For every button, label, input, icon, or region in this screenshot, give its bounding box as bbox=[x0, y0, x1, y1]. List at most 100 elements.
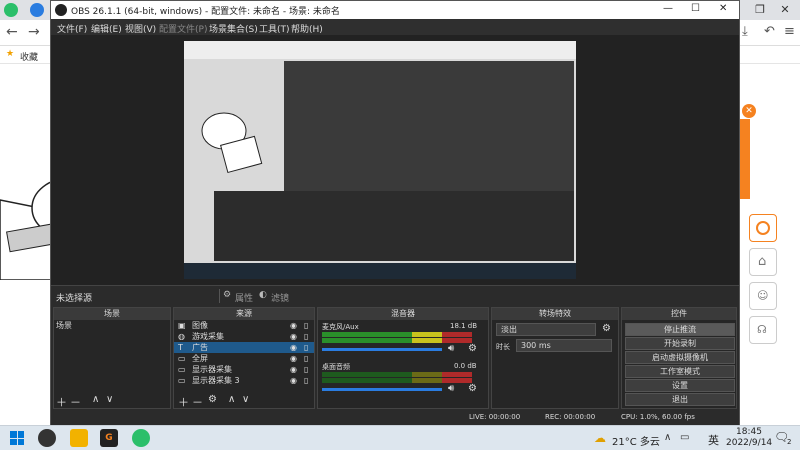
browser-taskbar-icon[interactable] bbox=[132, 429, 150, 447]
eye-icon[interactable]: ◉ bbox=[290, 331, 297, 342]
chevron-up-icon[interactable]: ∧ bbox=[664, 432, 671, 443]
clock-time[interactable]: 18:45 bbox=[736, 427, 762, 437]
source-label: 显示器采集 3 bbox=[192, 376, 240, 385]
studio-mode-button[interactable]: 工作室模式 bbox=[625, 365, 735, 378]
channel-name: 桌面音频 bbox=[322, 363, 350, 371]
maximize-icon[interactable]: ☐ bbox=[691, 3, 700, 14]
menu-edit[interactable]: 编辑(E) bbox=[91, 22, 122, 35]
start-recording-button[interactable]: 开始录制 bbox=[625, 337, 735, 350]
filters-button[interactable]: 滤镜 bbox=[271, 291, 289, 304]
cpu-status: CPU: 1.0%, 60.00 fps bbox=[621, 413, 695, 421]
eye-icon[interactable]: ◉ bbox=[290, 375, 297, 386]
obs-taskbar-icon[interactable] bbox=[38, 429, 56, 447]
source-toolbar: 未选择源 ⚙ 属性 ◐ 滤镜 bbox=[51, 285, 739, 305]
remove-scene-icon[interactable]: － bbox=[70, 394, 81, 410]
app-logo-icon[interactable] bbox=[4, 3, 18, 17]
headset-icon: ☊ bbox=[757, 323, 767, 336]
robot-side-button[interactable]: ☺ bbox=[749, 282, 777, 310]
add-scene-icon[interactable]: ＋ bbox=[56, 394, 67, 410]
app-taskbar-icon[interactable] bbox=[70, 429, 88, 447]
ime-indicator[interactable]: 英 bbox=[708, 432, 719, 448]
controls-dock-title: 控件 bbox=[622, 308, 736, 320]
preview-canvas[interactable] bbox=[51, 35, 739, 285]
obs-logo-icon bbox=[55, 4, 67, 16]
transition-select[interactable]: 淡出 bbox=[496, 323, 596, 336]
windows-start-icon[interactable] bbox=[10, 431, 24, 445]
menu-scene-collection[interactable]: 场景集合(S) bbox=[209, 22, 258, 35]
exit-button[interactable]: 退出 bbox=[625, 393, 735, 406]
eye-icon[interactable]: ◉ bbox=[290, 353, 297, 364]
lock-icon[interactable]: ▯ bbox=[304, 375, 308, 386]
eye-icon[interactable]: ◉ bbox=[290, 320, 297, 331]
source-item-fullscreen[interactable]: ▭ 全屏 ◉ ▯ bbox=[174, 353, 314, 364]
speaker-icon[interactable]: 🔊︎ bbox=[448, 383, 454, 394]
network-icon[interactable]: ▭ bbox=[680, 432, 689, 443]
support-side-button[interactable]: ☊ bbox=[749, 316, 777, 344]
menu-file[interactable]: 文件(F) bbox=[57, 22, 87, 35]
close-icon[interactable]: ✕ bbox=[719, 3, 727, 14]
close-icon[interactable]: ✕ bbox=[775, 0, 795, 20]
move-down-icon[interactable]: ∨ bbox=[242, 394, 249, 405]
lock-icon[interactable]: ▯ bbox=[304, 331, 308, 342]
remove-source-icon[interactable]: － bbox=[192, 394, 203, 410]
minimize-icon[interactable]: — bbox=[663, 3, 673, 14]
scene-item[interactable]: 场景 bbox=[54, 320, 170, 331]
lock-icon[interactable]: ▯ bbox=[304, 320, 308, 331]
source-label: 显示器采集 bbox=[192, 365, 232, 374]
virtual-camera-button[interactable]: 启动虚拟摄像机 bbox=[625, 351, 735, 364]
menu-help[interactable]: 帮助(H) bbox=[291, 22, 323, 35]
image-icon: ▣ bbox=[178, 321, 186, 330]
source-item-display-capture[interactable]: ▭ 显示器采集 ◉ ▯ bbox=[174, 364, 314, 375]
move-down-icon[interactable]: ∨ bbox=[106, 394, 113, 405]
lock-icon[interactable]: ▯ bbox=[304, 364, 308, 375]
source-settings-icon[interactable]: ⚙ bbox=[208, 394, 217, 405]
eye-icon[interactable]: ◉ bbox=[290, 342, 297, 353]
accent-strip bbox=[740, 119, 750, 199]
compass-icon[interactable] bbox=[30, 3, 44, 17]
settings-button[interactable]: 设置 bbox=[625, 379, 735, 392]
gear-icon[interactable]: ⚙ bbox=[468, 383, 477, 394]
duration-input[interactable]: 300 ms bbox=[516, 339, 612, 352]
move-up-icon[interactable]: ∧ bbox=[228, 394, 235, 405]
download-icon[interactable]: ⤓ bbox=[742, 24, 748, 39]
gear-icon[interactable]: ⚙ bbox=[602, 323, 611, 334]
divider bbox=[219, 289, 220, 303]
g-app-taskbar-icon[interactable]: G bbox=[100, 429, 118, 447]
play-side-button[interactable] bbox=[749, 214, 777, 242]
bookmark-label[interactable]: 收藏 bbox=[20, 50, 38, 63]
lock-icon[interactable]: ▯ bbox=[304, 342, 308, 353]
forward-icon[interactable]: → bbox=[28, 24, 40, 40]
menu-view[interactable]: 视图(V) bbox=[125, 22, 156, 35]
undo-icon[interactable]: ↶ bbox=[764, 24, 775, 39]
scenes-dock: 场景 场景 ＋ － ∧ ∨ bbox=[53, 307, 171, 409]
scenes-dock-title: 场景 bbox=[54, 308, 170, 320]
menu-icon[interactable]: ≡ bbox=[784, 24, 795, 39]
clock-date[interactable]: 2022/9/14 bbox=[726, 438, 772, 448]
stop-streaming-button[interactable]: 停止推流 bbox=[625, 323, 735, 336]
source-item-game-capture[interactable]: ◍ 游戏采集 ◉ ▯ bbox=[174, 331, 314, 342]
gear-icon[interactable]: ⚙ bbox=[468, 343, 477, 354]
weather-text[interactable]: 21°C 多云 bbox=[612, 433, 660, 448]
home-side-button[interactable]: ⌂ bbox=[749, 248, 777, 276]
monitor-icon: ▭ bbox=[178, 365, 186, 374]
text-icon: T bbox=[178, 343, 183, 352]
source-item-image[interactable]: ▣ 图像 ◉ ▯ bbox=[174, 320, 314, 331]
menu-profile[interactable]: 配置文件(P) bbox=[159, 22, 207, 35]
move-up-icon[interactable]: ∧ bbox=[92, 394, 99, 405]
eye-icon[interactable]: ◉ bbox=[290, 364, 297, 375]
restore-icon[interactable]: ❐ bbox=[750, 0, 770, 20]
close-ad-icon[interactable]: ✕ bbox=[742, 104, 756, 118]
properties-button[interactable]: 属性 bbox=[235, 291, 253, 304]
menu-tools[interactable]: 工具(T) bbox=[259, 22, 290, 35]
back-icon[interactable]: ← bbox=[6, 24, 18, 40]
source-item-display-capture-3[interactable]: ▭ 显示器采集 3 ◉ ▯ bbox=[174, 375, 314, 386]
add-source-icon[interactable]: ＋ bbox=[178, 394, 189, 410]
volume-slider[interactable] bbox=[322, 348, 442, 351]
sources-dock-title: 来源 bbox=[174, 308, 314, 320]
speaker-icon[interactable]: 🔊︎ bbox=[448, 343, 454, 354]
volume-slider[interactable] bbox=[322, 388, 442, 391]
source-label: 全屏 bbox=[192, 354, 208, 363]
source-item-text[interactable]: T 广告 ◉ ▯ bbox=[174, 342, 314, 353]
channel-db: 0.0 dB bbox=[454, 362, 477, 370]
lock-icon[interactable]: ▯ bbox=[304, 353, 308, 364]
